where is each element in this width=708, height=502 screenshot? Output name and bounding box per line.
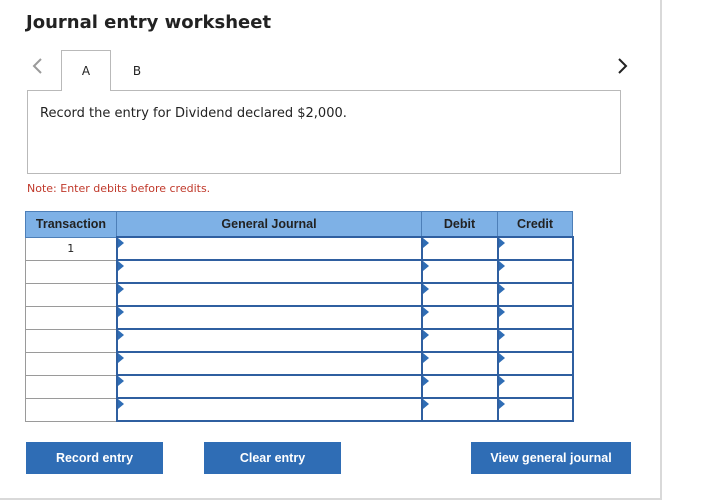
worksheet-panel: Journal entry worksheet A B Record the e… [0, 0, 662, 500]
triangle-right-icon [498, 399, 505, 409]
note-text: Note: Enter debits before credits. [27, 182, 211, 195]
triangle-right-icon [498, 238, 505, 248]
transaction-cell [25, 305, 117, 330]
triangle-right-icon [422, 376, 429, 386]
transaction-cell [25, 282, 117, 307]
credit-input[interactable] [496, 236, 574, 261]
account-select[interactable] [115, 305, 423, 330]
journal-table: Transaction General Journal Debit Credit… [25, 211, 574, 422]
header-debit: Debit [421, 211, 498, 238]
debit-input[interactable] [420, 374, 499, 399]
credit-input[interactable] [496, 282, 574, 307]
credit-input[interactable] [496, 374, 574, 399]
table-row [25, 374, 574, 399]
transaction-cell [25, 328, 117, 353]
triangle-right-icon [422, 261, 429, 271]
triangle-right-icon [422, 353, 429, 363]
triangle-right-icon [422, 307, 429, 317]
transaction-cell: 1 [25, 236, 117, 261]
credit-input[interactable] [496, 328, 574, 353]
transaction-cell [25, 397, 117, 422]
transaction-cell [25, 351, 117, 376]
table-row [25, 328, 574, 353]
view-general-journal-button[interactable]: View general journal [471, 442, 631, 474]
account-select[interactable] [115, 397, 423, 422]
triangle-right-icon [498, 261, 505, 271]
header-general-journal: General Journal [116, 211, 422, 238]
credit-input[interactable] [496, 259, 574, 284]
debit-input[interactable] [420, 236, 499, 261]
triangle-right-icon [117, 284, 124, 294]
account-select[interactable] [115, 259, 423, 284]
triangle-right-icon [422, 238, 429, 248]
triangle-right-icon [422, 284, 429, 294]
triangle-right-icon [117, 330, 124, 340]
transaction-cell [25, 374, 117, 399]
debit-input[interactable] [420, 351, 499, 376]
chevron-left-icon[interactable] [28, 56, 46, 76]
credit-input[interactable] [496, 397, 574, 422]
account-select[interactable] [115, 374, 423, 399]
triangle-right-icon [498, 307, 505, 317]
triangle-right-icon [117, 261, 124, 271]
triangle-right-icon [422, 330, 429, 340]
tab-a[interactable]: A [61, 50, 111, 91]
account-select[interactable] [115, 236, 423, 261]
triangle-right-icon [117, 238, 124, 248]
triangle-right-icon [498, 376, 505, 386]
triangle-right-icon [117, 399, 124, 409]
triangle-right-icon [117, 376, 124, 386]
clear-entry-button[interactable]: Clear entry [204, 442, 341, 474]
triangle-right-icon [498, 353, 505, 363]
prompt-text: Record the entry for Dividend declared $… [40, 106, 347, 121]
table-header-row: Transaction General Journal Debit Credit [25, 211, 573, 238]
journal-body: 1 [25, 236, 574, 422]
table-row [25, 305, 574, 330]
debit-input[interactable] [420, 259, 499, 284]
triangle-right-icon [117, 307, 124, 317]
debit-input[interactable] [420, 305, 499, 330]
record-entry-button[interactable]: Record entry [26, 442, 163, 474]
chevron-right-icon[interactable] [614, 56, 632, 76]
header-transaction: Transaction [25, 211, 117, 238]
debit-input[interactable] [420, 397, 499, 422]
table-row: 1 [25, 236, 574, 261]
table-row [25, 351, 574, 376]
credit-input[interactable] [496, 351, 574, 376]
triangle-right-icon [498, 330, 505, 340]
triangle-right-icon [117, 353, 124, 363]
table-row [25, 397, 574, 422]
credit-input[interactable] [496, 305, 574, 330]
page-title: Journal entry worksheet [26, 12, 272, 33]
account-select[interactable] [115, 351, 423, 376]
debit-input[interactable] [420, 328, 499, 353]
header-credit: Credit [497, 211, 573, 238]
transaction-cell [25, 259, 117, 284]
debit-input[interactable] [420, 282, 499, 307]
table-row [25, 282, 574, 307]
prompt-box: Record the entry for Dividend declared $… [27, 90, 621, 174]
table-row [25, 259, 574, 284]
account-select[interactable] [115, 328, 423, 353]
triangle-right-icon [498, 284, 505, 294]
account-select[interactable] [115, 282, 423, 307]
tab-b[interactable]: B [112, 50, 162, 91]
triangle-right-icon [422, 399, 429, 409]
